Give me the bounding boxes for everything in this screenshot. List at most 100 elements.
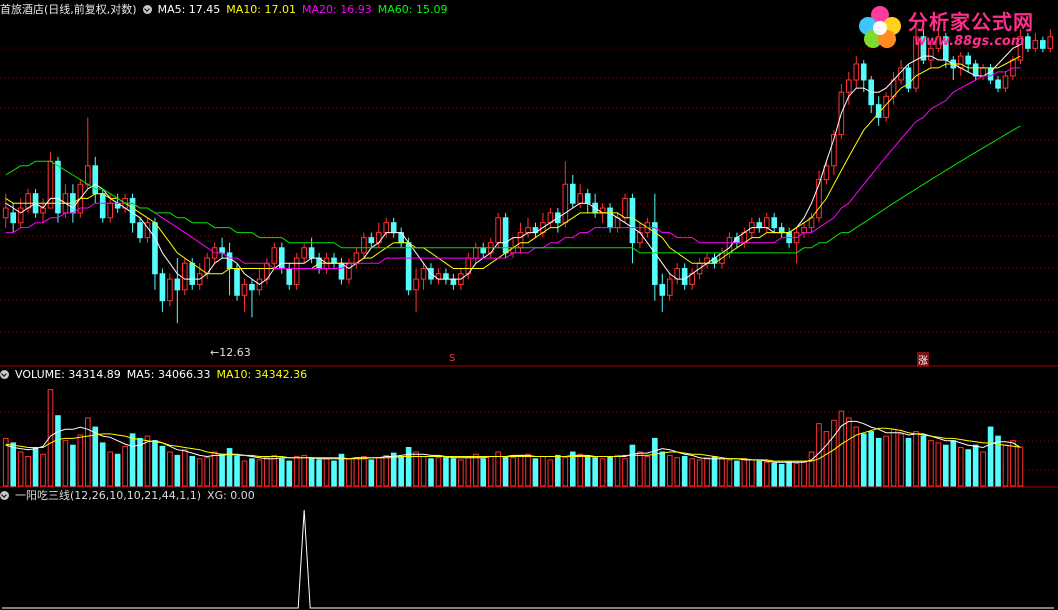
candle-up bbox=[167, 278, 173, 302]
volume-bar-up bbox=[517, 454, 524, 487]
candle-up bbox=[577, 193, 584, 204]
chart-root: 首旅酒店(日线,前复权,对数) MA5: 17.45 MA10: 17.01 MA20… bbox=[0, 0, 1058, 610]
candle-up bbox=[241, 283, 248, 296]
volume-bar-up bbox=[540, 456, 546, 487]
candle-up bbox=[84, 165, 91, 185]
volume-bar-up bbox=[689, 458, 695, 487]
volume-bar-up bbox=[1017, 446, 1024, 487]
main-header: 首旅酒店(日线,前复权,对数) MA5: 17.45 MA10: 17.01 MA20… bbox=[0, 2, 453, 18]
volume-bar-up bbox=[599, 458, 606, 487]
indicator-settings-circle-icon[interactable] bbox=[0, 491, 9, 500]
volume-bar-down bbox=[555, 454, 561, 487]
volume-bar-up bbox=[928, 440, 934, 487]
volume-bar-down bbox=[286, 460, 293, 487]
ma5-readout: MA5: 17.45 bbox=[157, 3, 221, 16]
volume-bar-up bbox=[17, 451, 24, 487]
volume-bar-down bbox=[308, 457, 315, 487]
candle-down bbox=[965, 55, 972, 65]
candle-down bbox=[629, 197, 636, 244]
volume-bar-down bbox=[152, 440, 158, 487]
ma60-line bbox=[5, 125, 1021, 254]
candle-down bbox=[972, 63, 979, 77]
volume-bar-down bbox=[920, 435, 927, 487]
candle-up bbox=[495, 217, 501, 244]
volume-ma10-line bbox=[5, 427, 1021, 462]
volume-bar-up bbox=[913, 431, 919, 487]
volume-ma10-readout: MA10: 34342.36 bbox=[216, 368, 308, 381]
left-arrow-icon: ← bbox=[210, 346, 220, 359]
volume-bar-up bbox=[361, 456, 367, 487]
candle-down bbox=[189, 262, 196, 285]
candle-down bbox=[390, 222, 397, 234]
candle-up bbox=[271, 247, 278, 264]
candle-up bbox=[40, 207, 46, 214]
volume-bar-down bbox=[875, 437, 882, 487]
xg-readout: XG: 0.00 bbox=[207, 489, 255, 502]
volume-bar-down bbox=[92, 426, 99, 487]
volume-bar-down bbox=[10, 442, 17, 487]
volume-bar-up bbox=[674, 457, 681, 487]
volume-bar-up bbox=[525, 453, 531, 487]
candle-down bbox=[159, 273, 166, 302]
volume-bar-down bbox=[316, 459, 322, 487]
candle-down bbox=[756, 222, 763, 229]
candle-up bbox=[622, 197, 628, 219]
candle-down bbox=[607, 207, 613, 229]
volume-bar-up bbox=[637, 451, 643, 487]
stock-title: 首旅酒店(日线,前复权,对数) bbox=[0, 3, 137, 16]
candle-down bbox=[152, 222, 158, 275]
volume-bar-up bbox=[495, 451, 501, 487]
volume-bar-down bbox=[860, 433, 867, 487]
candle-up bbox=[2, 207, 9, 219]
candle-down bbox=[659, 283, 666, 296]
candle-up bbox=[361, 237, 367, 254]
candle-up bbox=[1002, 75, 1009, 89]
volume-bar-up bbox=[562, 457, 569, 487]
volume-bar-up bbox=[726, 459, 733, 487]
candle-down bbox=[331, 257, 337, 264]
volume-settings-circle-icon[interactable] bbox=[0, 370, 9, 379]
volume-bar-up bbox=[749, 459, 755, 487]
candle-up bbox=[763, 217, 770, 229]
candle-down bbox=[129, 197, 136, 224]
candle-up bbox=[801, 227, 807, 234]
volume-bar-up bbox=[122, 445, 128, 487]
volume-bar-up bbox=[1010, 440, 1016, 487]
volume-bar-down bbox=[129, 433, 136, 487]
volume-bar-down bbox=[756, 460, 763, 487]
candle-down bbox=[681, 267, 688, 285]
settings-circle-icon[interactable] bbox=[142, 5, 152, 14]
volume-bar-up bbox=[666, 454, 673, 487]
volume-bar-down bbox=[681, 456, 688, 487]
volume-bar-up bbox=[413, 451, 419, 487]
volume-bar-up bbox=[346, 458, 352, 487]
candle-up bbox=[107, 202, 113, 219]
volume-bar-up bbox=[883, 435, 889, 487]
candle-down bbox=[405, 242, 412, 291]
xg-signal-line bbox=[2, 509, 1054, 609]
volume-bar-down bbox=[629, 444, 636, 487]
volume-bar-down bbox=[428, 458, 434, 487]
volume-bar-up bbox=[420, 456, 427, 487]
volume-bar-up bbox=[487, 456, 494, 487]
volume-readout: VOLUME: 34314.89 bbox=[15, 368, 121, 381]
volume-bar-down bbox=[771, 462, 778, 487]
volume-bar-down bbox=[32, 448, 39, 487]
candle-down bbox=[338, 262, 345, 280]
volume-bar-up bbox=[719, 458, 725, 487]
candle-down bbox=[234, 267, 240, 296]
volume-bar-down bbox=[778, 463, 785, 487]
volume-bar-up bbox=[256, 459, 263, 487]
volume-bar-up bbox=[383, 454, 390, 487]
candle-down bbox=[569, 183, 576, 204]
volume-bar-up bbox=[614, 454, 621, 487]
volume-bar-up bbox=[293, 456, 300, 487]
candle-up bbox=[293, 257, 300, 285]
ma60-readout: MA60: 15.09 bbox=[377, 3, 448, 16]
candle-down bbox=[308, 247, 315, 259]
volume-bar-up bbox=[808, 451, 815, 487]
candle-up bbox=[383, 222, 390, 234]
volume-bar-up bbox=[957, 446, 964, 487]
volume-bar-down bbox=[905, 437, 912, 487]
volume-header: VOLUME: 34314.89 MA5: 34066.33 MA10: 34342… bbox=[0, 367, 313, 383]
